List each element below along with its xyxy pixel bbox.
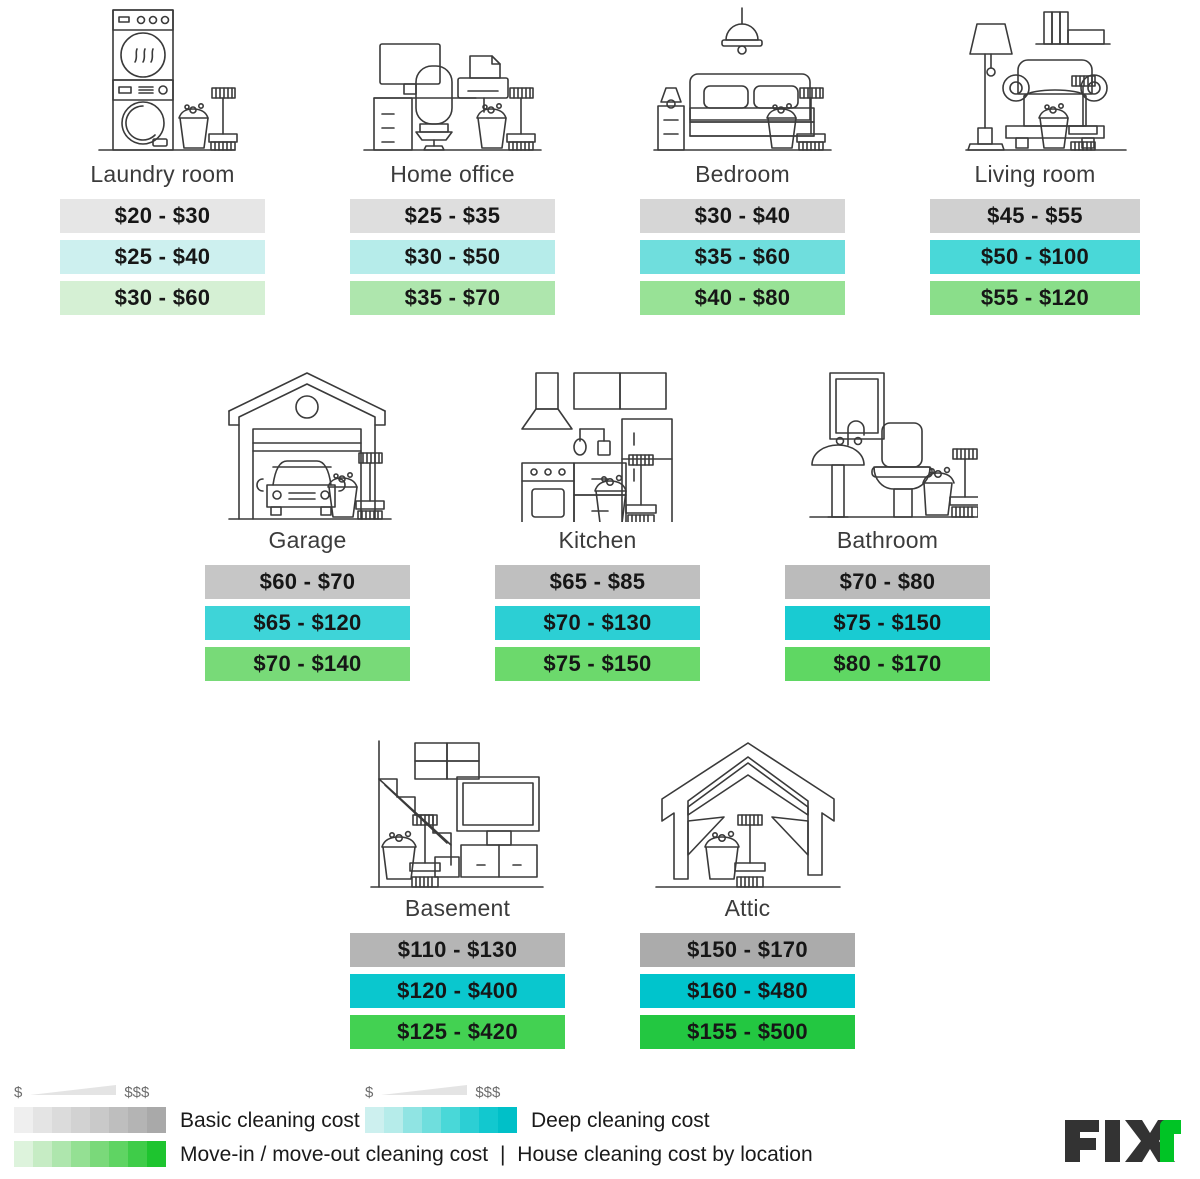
movein-cost-bar: $30 - $60 xyxy=(60,281,265,315)
legend-scale-basic: $ $$$ xyxy=(14,1081,360,1103)
scale-wedge-icon xyxy=(30,1083,117,1101)
movein-cost-bar: $70 - $140 xyxy=(205,647,410,681)
movein-cost-bar: $155 - $500 xyxy=(640,1015,855,1049)
room-card-attic: Attic $150 - $170 $160 - $480 $155 - $50… xyxy=(640,735,855,1049)
garage-car-icon xyxy=(205,367,410,522)
price-bars: $110 - $130 $120 - $400 $125 - $420 xyxy=(350,933,565,1049)
basic-cost-bar: $65 - $85 xyxy=(495,565,700,599)
attic-rafters-icon xyxy=(640,735,855,890)
infographic-title: House cleaning cost by location xyxy=(517,1142,813,1166)
legend-high-marker: $$$ xyxy=(124,1083,150,1101)
deep-cost-bar: $35 - $60 xyxy=(640,240,845,274)
basic-cost-bar: $60 - $70 xyxy=(205,565,410,599)
price-bars: $150 - $170 $160 - $480 $155 - $500 xyxy=(640,933,855,1049)
price-bars: $20 - $30 $25 - $40 $30 - $60 xyxy=(60,199,265,315)
room-label: Bedroom xyxy=(695,161,790,187)
movein-cost-bar: $125 - $420 xyxy=(350,1015,565,1049)
deep-cost-bar: $25 - $40 xyxy=(60,240,265,274)
deep-cost-bar: $160 - $480 xyxy=(640,974,855,1008)
legend-high-marker: $$$ xyxy=(475,1083,501,1101)
price-bars: $60 - $70 $65 - $120 $70 - $140 xyxy=(205,565,410,681)
fixr-logo[interactable] xyxy=(1063,1118,1181,1164)
room-card-garage: Garage $60 - $70 $65 - $120 $70 - $140 xyxy=(205,367,410,681)
price-bars: $70 - $80 $75 - $150 $80 - $170 xyxy=(785,565,990,681)
basic-cost-bar: $20 - $30 xyxy=(60,199,265,233)
room-label: Laundry room xyxy=(90,161,235,187)
movein-cost-bar: $35 - $70 xyxy=(350,281,555,315)
legend-label-movein: Move-in / move-out cleaning cost | House… xyxy=(180,1144,813,1165)
room-label: Bathroom xyxy=(836,527,939,553)
fixr-logo-mark xyxy=(1065,1120,1181,1162)
basic-cost-bar: $30 - $40 xyxy=(640,199,845,233)
sofa-lamp-icon xyxy=(930,6,1140,156)
room-label: Living room xyxy=(974,161,1096,187)
price-bars: $65 - $85 $70 - $130 $75 - $150 xyxy=(495,565,700,681)
bed-lamp-icon xyxy=(640,6,845,156)
movein-cost-bar: $75 - $150 xyxy=(495,647,700,681)
deep-gradient-swatch xyxy=(365,1107,517,1133)
room-card-home-office: Home office $25 - $35 $30 - $50 $35 - $7… xyxy=(350,6,555,315)
movein-cost-bar: $55 - $120 xyxy=(930,281,1140,315)
room-card-living-room: Living room $45 - $55 $50 - $100 $55 - $… xyxy=(930,6,1140,315)
desk-chair-printer-icon xyxy=(350,6,555,156)
basic-cost-bar: $45 - $55 xyxy=(930,199,1140,233)
movein-cost-bar: $40 - $80 xyxy=(640,281,845,315)
deep-cost-bar: $50 - $100 xyxy=(930,240,1140,274)
room-label: Home office xyxy=(390,161,515,187)
room-card-bedroom: Bedroom $30 - $40 $35 - $60 $40 - $80 xyxy=(640,6,845,315)
legend-deep: $ $$$ Deep cleaning cost xyxy=(365,1081,710,1133)
room-card-bathroom: Bathroom $70 - $80 $75 - $150 $80 - $170 xyxy=(785,367,990,681)
legend-basic: $ $$$ Basic cleaning cost xyxy=(14,1081,360,1133)
kitchen-oven-fridge-icon xyxy=(495,367,700,522)
legend-movein: Move-in / move-out cleaning cost | House… xyxy=(14,1137,813,1167)
room-card-laundry-room: Laundry room $20 - $30 $25 - $40 $30 - $… xyxy=(60,6,265,315)
infographic-root: Laundry room $20 - $30 $25 - $40 $30 - $… xyxy=(0,0,1200,1179)
price-bars: $45 - $55 $50 - $100 $55 - $120 xyxy=(930,199,1140,315)
washer-dryer-icon xyxy=(60,6,265,156)
legend-label-deep: Deep cleaning cost xyxy=(531,1108,710,1132)
room-label: Garage xyxy=(268,527,347,553)
room-label: Attic xyxy=(724,895,771,921)
legend-row-deep: Deep cleaning cost xyxy=(365,1107,710,1133)
legend-low-marker: $ xyxy=(365,1083,374,1101)
movein-gradient-swatch xyxy=(14,1141,166,1167)
deep-cost-bar: $30 - $50 xyxy=(350,240,555,274)
legend-scale-deep: $ $$$ xyxy=(365,1081,710,1103)
stairs-tv-icon xyxy=(350,735,565,890)
basic-gradient-swatch xyxy=(14,1107,166,1133)
deep-cost-bar: $65 - $120 xyxy=(205,606,410,640)
room-card-kitchen: Kitchen $65 - $85 $70 - $130 $75 - $150 xyxy=(495,367,700,681)
price-bars: $30 - $40 $35 - $60 $40 - $80 xyxy=(640,199,845,315)
movein-cost-bar: $80 - $170 xyxy=(785,647,990,681)
legend-separator: | xyxy=(499,1142,506,1166)
deep-cost-bar: $70 - $130 xyxy=(495,606,700,640)
deep-cost-bar: $120 - $400 xyxy=(350,974,565,1008)
legend-row-basic: Basic cleaning cost xyxy=(14,1107,360,1133)
room-label: Basement xyxy=(404,895,511,921)
toilet-sink-mirror-icon xyxy=(785,367,990,522)
basic-cost-bar: $150 - $170 xyxy=(640,933,855,967)
legend-low-marker: $ xyxy=(14,1083,23,1101)
legend-label-movein-text: Move-in / move-out cleaning cost xyxy=(180,1142,489,1166)
basic-cost-bar: $25 - $35 xyxy=(350,199,555,233)
price-bars: $25 - $35 $30 - $50 $35 - $70 xyxy=(350,199,555,315)
scale-wedge-icon xyxy=(381,1083,468,1101)
basic-cost-bar: $70 - $80 xyxy=(785,565,990,599)
basic-cost-bar: $110 - $130 xyxy=(350,933,565,967)
deep-cost-bar: $75 - $150 xyxy=(785,606,990,640)
legend-label-basic: Basic cleaning cost xyxy=(180,1108,360,1132)
room-label: Kitchen xyxy=(558,527,637,553)
room-card-basement: Basement $110 - $130 $120 - $400 $125 - … xyxy=(350,735,565,1049)
legend-row-movein: Move-in / move-out cleaning cost | House… xyxy=(14,1141,813,1167)
